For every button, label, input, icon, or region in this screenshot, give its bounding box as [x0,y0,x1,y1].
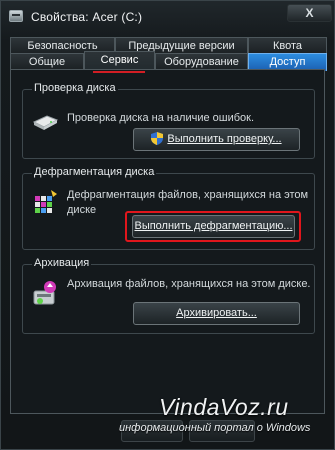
backup-description: Архивация файлов, хранящихся на этом дис… [67,278,311,290]
window-title: Свойства: Acer (C:) [31,10,143,24]
title-bar[interactable]: Свойства: Acer (C:) X [1,1,334,33]
check-disk-description: Проверка диска на наличие ошибок. [67,112,255,124]
tab-highlight-underline [93,71,145,73]
check-disk-button-label: Выполнить проверку... [167,133,282,145]
drive-icon [9,10,23,22]
check-disk-title: Проверка диска [32,82,118,94]
watermark-title: VindaVoz.ru [159,394,289,420]
backup-button[interactable]: Архивировать... [133,302,300,325]
backup-title: Архивация [32,257,92,269]
tab-service[interactable]: Сервис [84,51,155,71]
defrag-description-line1: Дефрагментация файлов, хранящихся на это… [67,189,309,201]
check-disk-button[interactable]: Выполнить проверку... [133,128,300,151]
properties-window: Свойства: Acer (C:) X Безопасность Преды… [0,0,335,450]
watermark-subtitle: информационный портал о Windows [119,422,311,434]
backup-button-label: Архивировать... [176,307,257,319]
disk-drive-icon [32,115,59,130]
uac-shield-icon [151,132,164,145]
defrag-title: Дефрагментация диска [32,166,157,178]
defrag-icon [35,190,57,213]
backup-icon [33,281,56,305]
close-button[interactable]: X [287,4,332,22]
defrag-description-line2: диске [67,204,97,216]
defrag-highlight-frame [125,211,301,242]
